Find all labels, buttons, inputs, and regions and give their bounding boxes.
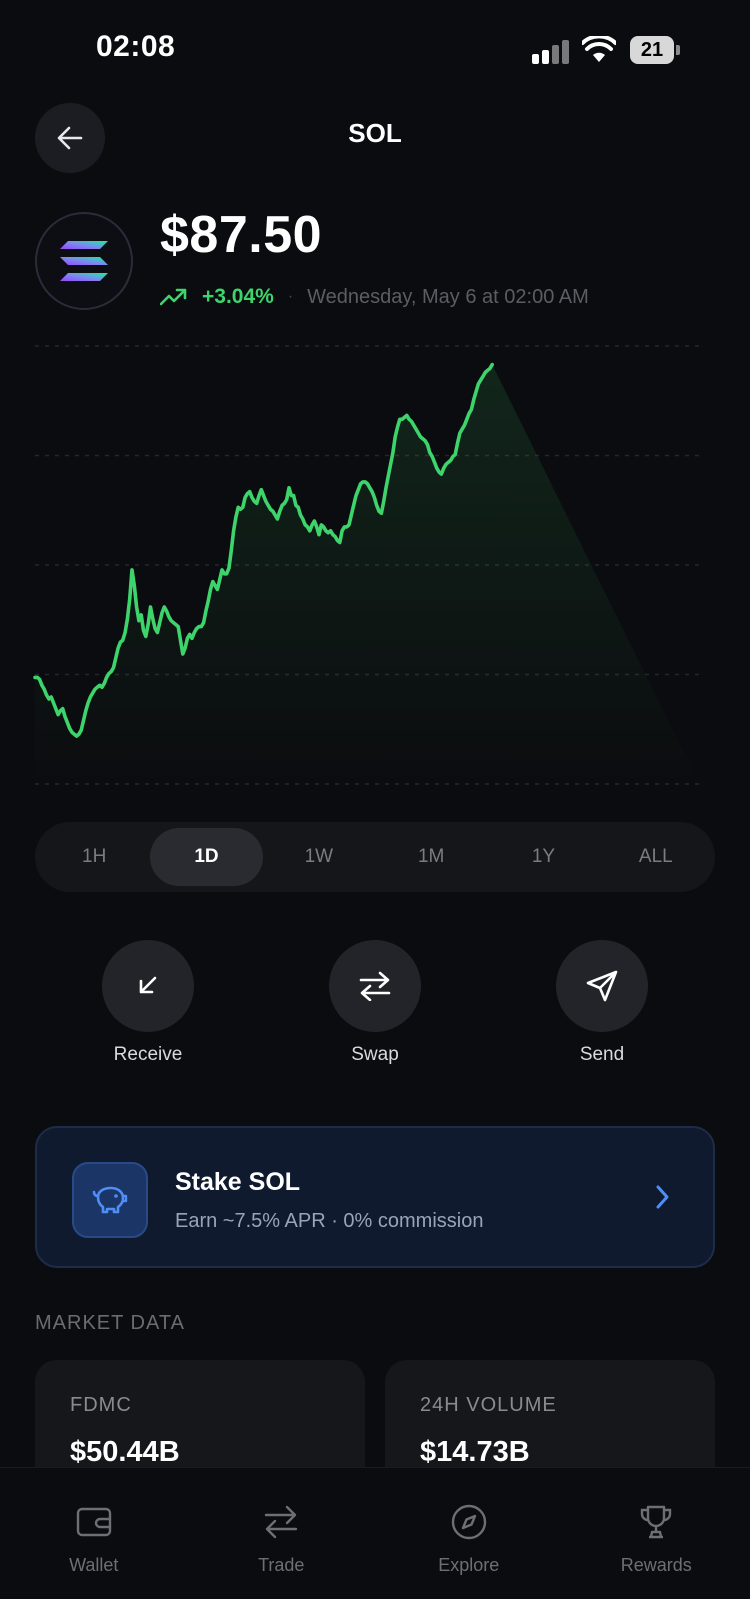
page-title: SOL <box>348 118 402 148</box>
nav-label: Wallet <box>69 1555 119 1575</box>
price-change: +3.04% <box>202 285 274 308</box>
wifi-icon <box>582 36 616 62</box>
status-bar: 02:08 21 <box>0 0 750 100</box>
trade-arrows-icon <box>265 1505 298 1539</box>
cellular-signal-icon <box>532 40 572 64</box>
chevron-right-icon <box>656 1185 669 1209</box>
trophy-icon <box>641 1505 672 1539</box>
time-range-tabs: 1H 1D 1W 1M 1Y ALL <box>35 822 715 892</box>
bottom-nav: Wallet Trade Explore Rewards <box>0 1467 750 1599</box>
nav-item-wallet[interactable]: Wallet <box>0 1468 188 1599</box>
token-price: $87.50 <box>160 206 323 264</box>
stat-value: $50.44B <box>70 1436 180 1468</box>
separator-dot: · <box>287 288 294 305</box>
status-time: 02:08 <box>96 30 176 63</box>
battery-level: 21 <box>630 36 674 64</box>
send-button[interactable] <box>556 940 648 1032</box>
swap-button[interactable] <box>329 940 421 1032</box>
swap-action[interactable]: Swap <box>305 940 445 1066</box>
nav-item-trade[interactable]: Trade <box>188 1468 376 1599</box>
tab-1d[interactable]: 1D <box>150 828 263 886</box>
tab-1m[interactable]: 1M <box>375 828 487 886</box>
chart-area-fill <box>35 364 700 785</box>
swap-arrows-icon <box>359 971 391 1001</box>
tab-1w[interactable]: 1W <box>263 828 375 886</box>
tab-1y[interactable]: 1Y <box>487 828 599 886</box>
send-label: Send <box>579 1044 625 1065</box>
receive-action[interactable]: Receive <box>78 940 218 1066</box>
nav-item-rewards[interactable]: Rewards <box>563 1468 750 1599</box>
stake-subtitle: Earn ~7.5% APR · 0% commission <box>175 1210 484 1232</box>
solana-logo-icon <box>35 212 133 310</box>
stat-label: 24H VOLUME <box>420 1394 557 1416</box>
price-timestamp: Wednesday, May 6 at 02:00 AM <box>307 285 589 308</box>
nav-label: Rewards <box>620 1555 692 1575</box>
trending-up-icon <box>160 288 187 306</box>
arrow-down-left-icon <box>139 976 157 994</box>
wallet-icon <box>76 1507 111 1537</box>
stake-sol-card[interactable]: Stake SOL Earn ~7.5% APR · 0% commission <box>35 1126 715 1268</box>
send-plane-icon <box>586 970 618 1002</box>
screen: 02:08 21 SOL $87.50 +3.04% · Wednesday, … <box>0 0 750 1599</box>
stat-label: FDMC <box>70 1394 132 1416</box>
piggy-bank-icon <box>72 1162 148 1238</box>
stake-title: Stake SOL <box>175 1168 301 1196</box>
nav-label: Explore <box>438 1555 500 1575</box>
nav-label: Trade <box>258 1555 305 1575</box>
stat-value: $14.73B <box>420 1436 530 1468</box>
nav-item-explore[interactable]: Explore <box>375 1468 563 1599</box>
send-action[interactable]: Send <box>532 940 672 1066</box>
price-chart[interactable] <box>0 330 750 800</box>
price-change-row: +3.04% · Wednesday, May 6 at 02:00 AM <box>160 282 589 312</box>
receive-button[interactable] <box>102 940 194 1032</box>
receive-label: Receive <box>113 1044 183 1065</box>
tab-all[interactable]: ALL <box>600 828 712 886</box>
market-data-heading: MARKET DATA <box>35 1312 185 1334</box>
battery-icon: 21 <box>630 36 680 64</box>
tab-1h[interactable]: 1H <box>38 828 150 886</box>
compass-icon <box>451 1504 486 1540</box>
swap-label: Swap <box>351 1044 399 1065</box>
